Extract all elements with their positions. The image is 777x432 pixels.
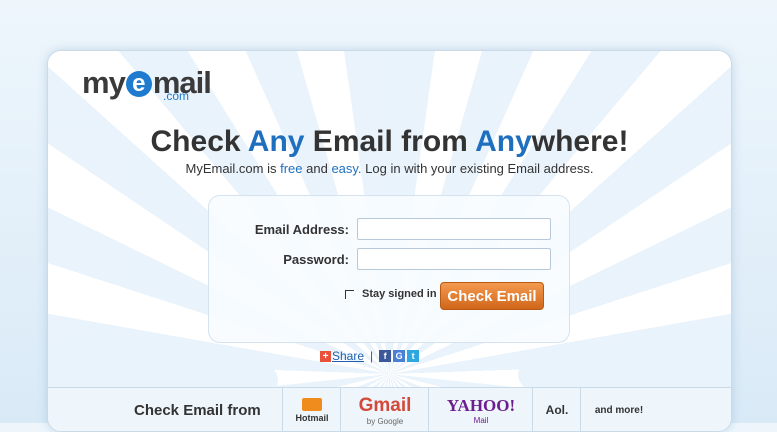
password-row: Password: <box>209 248 551 270</box>
logo-text-my: my <box>82 65 126 100</box>
share-separator: | <box>370 349 374 363</box>
share-plus-icon[interactable]: + <box>320 350 331 362</box>
login-form: Email Address: Password: Stay signed in … <box>208 195 570 343</box>
share-bar: + Share | f G t <box>320 349 421 363</box>
provider-more[interactable]: and more! <box>580 388 657 431</box>
stay-signed-in[interactable]: Stay signed in <box>345 288 437 300</box>
logo-e-icon: e <box>125 70 152 97</box>
provider-bar-label: Check Email from <box>134 402 261 419</box>
email-field[interactable] <box>357 218 551 240</box>
main-card: my e mail .com Check Any Email from Anyw… <box>47 50 732 432</box>
provider-bar: Check Email from Hotmail Gmail by Google… <box>48 387 731 431</box>
google-icon[interactable]: G <box>393 350 406 362</box>
email-label: Email Address: <box>254 221 349 237</box>
stay-signed-in-label: Stay signed in <box>362 288 437 300</box>
logo-domain: .com <box>163 89 190 103</box>
email-row: Email Address: <box>209 218 551 240</box>
provider-yahoo[interactable]: YAHOO! Mail <box>428 388 533 431</box>
myemail-logo[interactable]: my e mail <box>82 65 212 101</box>
password-label: Password: <box>283 251 349 267</box>
page-subheadline: MyEmail.com is free and easy. Log in wit… <box>185 161 594 176</box>
check-email-button[interactable]: Check Email <box>440 282 544 310</box>
facebook-icon[interactable]: f <box>379 350 392 362</box>
twitter-icon[interactable]: t <box>407 350 420 362</box>
provider-gmail[interactable]: Gmail by Google <box>340 388 429 431</box>
hotmail-envelope-icon <box>302 397 322 411</box>
provider-hotmail[interactable]: Hotmail <box>282 388 341 431</box>
stay-signed-in-checkbox[interactable] <box>345 289 354 299</box>
page-headline: Check Any Email from Anywhere! <box>150 125 629 158</box>
share-link[interactable]: Share <box>332 349 364 363</box>
password-field[interactable] <box>357 248 551 270</box>
provider-aol[interactable]: Aol. <box>532 388 581 431</box>
